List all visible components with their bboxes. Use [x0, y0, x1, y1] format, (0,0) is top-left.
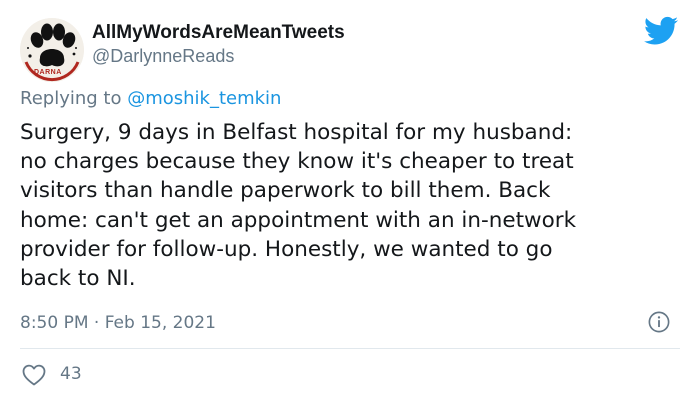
- like-count[interactable]: 43: [60, 364, 82, 384]
- tweet-text: Surgery, 9 days in Belfast hospital for …: [20, 120, 577, 292]
- heart-icon[interactable]: [22, 364, 46, 386]
- divider: [20, 348, 680, 349]
- avatar-text: DARNA: [34, 69, 62, 76]
- author-display-name[interactable]: AllMyWordsAreMeanTweets: [92, 22, 345, 44]
- info-icon[interactable]: [648, 311, 670, 333]
- replying-to-label: Replying to: [20, 88, 128, 109]
- reply-mention-link[interactable]: @moshik_temkin: [127, 88, 281, 109]
- tweet-timestamp[interactable]: 8:50 PM · Feb 15, 2021: [20, 313, 216, 333]
- twitter-bird-icon[interactable]: [644, 16, 678, 46]
- replying-to-line: Replying to @moshik_temkin: [20, 88, 281, 109]
- author-handle[interactable]: @DarlynneReads: [92, 46, 234, 67]
- tweet-card: DARNA AllMyWordsAreMeanTweets @DarlynneR…: [0, 0, 700, 402]
- avatar[interactable]: DARNA: [20, 18, 84, 82]
